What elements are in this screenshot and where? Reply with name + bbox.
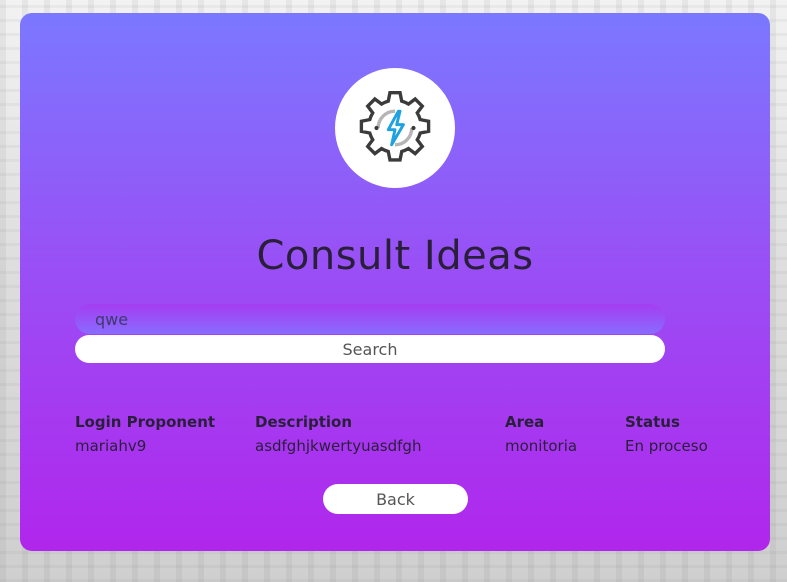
column-header-description: Description [255, 413, 353, 431]
column-status: Status En proceso [625, 413, 708, 455]
cell-description: asdfghjkwertyuasdfgh [255, 437, 422, 455]
column-area: Area monitoria [505, 413, 577, 455]
column-description: Description asdfghjkwertyuasdfgh [255, 413, 421, 455]
results-table: Login Proponent mariahv9 Description asd… [75, 413, 755, 463]
column-header-area: Area [505, 413, 545, 431]
cell-status: En proceso [625, 437, 708, 455]
cell-area: monitoria [505, 437, 578, 455]
page-title: Consult Ideas [256, 233, 534, 279]
search-input[interactable] [75, 304, 665, 334]
column-login: Login Proponent mariahv9 [75, 413, 215, 455]
consult-card: Consult Ideas Search Login Proponent mar… [20, 13, 770, 551]
gear-lightning-icon [359, 91, 431, 162]
search-button[interactable]: Search [75, 335, 665, 363]
back-button[interactable]: Back [323, 484, 468, 514]
column-header-status: Status [625, 413, 680, 431]
cell-login: mariahv9 [75, 437, 147, 455]
logo-badge [335, 68, 455, 188]
column-header-login: Login Proponent [75, 413, 216, 431]
